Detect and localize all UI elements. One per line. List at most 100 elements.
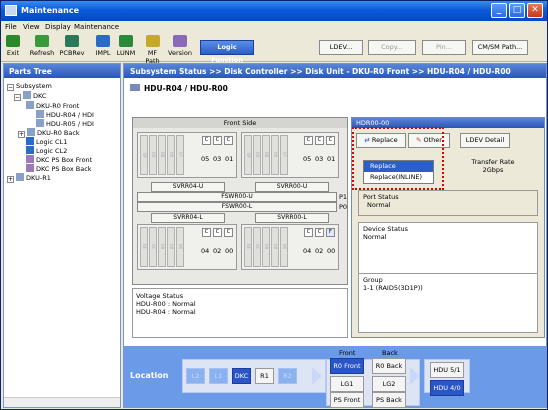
- lunm-button[interactable]: LUNM: [115, 35, 137, 57]
- exit-button[interactable]: Exit: [3, 35, 23, 57]
- collapse-icon[interactable]: −: [7, 84, 14, 91]
- exit-label: Exit: [6, 49, 20, 57]
- location-dkc[interactable]: DKC: [232, 368, 251, 384]
- pin-button[interactable]: Pin...: [422, 40, 466, 55]
- hdd-slot[interactable]: 0C: [149, 227, 157, 267]
- switch[interactable]: C: [213, 136, 222, 145]
- svrr00-u-bar[interactable]: SVRR00-U: [255, 182, 329, 192]
- hdd-slot[interactable]: 0A: [262, 227, 270, 267]
- hdd-slot[interactable]: 06: [176, 227, 184, 267]
- pcbrev-button[interactable]: PCBRev: [58, 35, 86, 57]
- tree-item-hdu-r05[interactable]: HDU-R05 / HDI: [36, 119, 94, 128]
- logic-function-button[interactable]: Logic Function: [200, 40, 254, 64]
- location-r0-front[interactable]: R0 Front: [330, 358, 364, 374]
- tree-item-logic-cl2[interactable]: Logic CL2: [26, 146, 67, 155]
- location-l1[interactable]: L1: [209, 368, 228, 384]
- expand-icon[interactable]: +: [7, 176, 14, 183]
- svrr00-l-bar[interactable]: SVRR00-L: [255, 213, 329, 223]
- tree-item-dku-r1[interactable]: + DKU-R1: [7, 173, 51, 183]
- switch[interactable]: C: [315, 136, 324, 145]
- hdd-slot[interactable]: 09: [167, 135, 175, 175]
- hdd-slot[interactable]: 07: [280, 135, 288, 175]
- slot-number: 01: [327, 155, 336, 163]
- group-box: Group 1-1 (RAID5(3D1P)): [358, 273, 538, 333]
- tree-label: HDU-R05 / HDI: [46, 120, 94, 128]
- ldev-button[interactable]: LDEV...: [319, 40, 363, 55]
- port-label-p0: P0: [339, 203, 348, 211]
- switch-selected[interactable]: F: [326, 228, 335, 237]
- tree-item-dkc-ps-back[interactable]: DKC PS Box Back: [26, 164, 92, 173]
- lower-left-slot-group: 0E 0C 0A 08 06 C C C 04 02 00: [137, 224, 237, 270]
- collapse-icon[interactable]: −: [14, 94, 21, 101]
- fswr00-l-bar[interactable]: FSWR00-L: [137, 202, 337, 212]
- lunm-label: LUNM: [116, 49, 136, 57]
- tree-item-subsystem[interactable]: − Subsystem: [7, 82, 52, 91]
- refresh-button[interactable]: Refresh: [29, 35, 55, 57]
- location-ps-back[interactable]: PS Back: [372, 392, 406, 408]
- location-lg2[interactable]: LG2: [372, 376, 406, 392]
- location-lg1[interactable]: LG1: [330, 376, 364, 392]
- ldev-detail-button[interactable]: LDEV Detail: [460, 133, 510, 148]
- tree-horizontal-scrollbar[interactable]: [4, 397, 120, 407]
- slot-number: 05: [303, 155, 312, 163]
- hdd-slot[interactable]: 0B: [262, 135, 270, 175]
- hdd-slot[interactable]: 07: [176, 135, 184, 175]
- switch[interactable]: C: [326, 136, 335, 145]
- hdd-slot[interactable]: 0D: [253, 135, 261, 175]
- cm-sm-path-button[interactable]: CM/SM Path...: [472, 40, 528, 55]
- switch[interactable]: C: [202, 228, 211, 237]
- hdd-slot[interactable]: 06: [280, 227, 288, 267]
- switch[interactable]: C: [213, 228, 222, 237]
- hdd-slot[interactable]: 0E: [244, 227, 252, 267]
- tree-item-dku-r0-front[interactable]: DKU-R0 Front: [26, 101, 79, 110]
- menu-maintenance[interactable]: Maintenance: [74, 23, 119, 31]
- switch[interactable]: C: [315, 228, 324, 237]
- menu-view[interactable]: View: [23, 23, 40, 31]
- tree-item-dkc-ps-front[interactable]: DKC PS Box Front: [26, 155, 92, 164]
- maximize-button[interactable]: □: [509, 3, 525, 18]
- version-label: Version: [168, 49, 192, 57]
- switch[interactable]: C: [304, 136, 313, 145]
- tree-item-dkc[interactable]: − DKC: [14, 91, 46, 101]
- close-button[interactable]: ✕: [527, 3, 543, 18]
- hdd-slot[interactable]: 0A: [158, 227, 166, 267]
- location-hdu-4-0[interactable]: HDU 4/0: [430, 380, 464, 396]
- hdd-slot[interactable]: 0B: [158, 135, 166, 175]
- port-status-label: Port Status: [363, 193, 399, 201]
- mf-path-button[interactable]: MF Path: [140, 35, 165, 65]
- tree-item-logic-cl1[interactable]: Logic CL1: [26, 137, 67, 146]
- tree-item-hdu-r04[interactable]: HDU-R04 / HDI: [36, 110, 94, 119]
- switch[interactable]: C: [202, 136, 211, 145]
- hdd-slot[interactable]: 0F: [140, 135, 148, 175]
- svrr04-l-bar[interactable]: SVRR04-L: [151, 213, 225, 223]
- switch[interactable]: C: [304, 228, 313, 237]
- transfer-rate: Transfer Rate 2Gbps: [460, 156, 526, 180]
- impl-button[interactable]: IMPL: [93, 35, 113, 57]
- hdd-slot[interactable]: 0C: [253, 227, 261, 267]
- svrr04-u-bar[interactable]: SVRR04-U: [151, 182, 225, 192]
- logic-icon: [26, 137, 34, 145]
- hdd-slot[interactable]: 0D: [149, 135, 157, 175]
- location-r1[interactable]: R1: [255, 368, 274, 384]
- switch[interactable]: C: [224, 136, 233, 145]
- location-r0-back[interactable]: R0 Back: [372, 358, 406, 374]
- hdd-slot[interactable]: 08: [167, 227, 175, 267]
- hdd-slot[interactable]: 08: [271, 227, 279, 267]
- menu-display[interactable]: Display: [45, 23, 71, 31]
- hdd-slot[interactable]: 09: [271, 135, 279, 175]
- minimize-button[interactable]: _: [491, 3, 507, 18]
- expand-icon[interactable]: +: [18, 131, 25, 138]
- location-ps-front[interactable]: PS Front: [330, 392, 364, 408]
- version-button[interactable]: Version: [166, 35, 194, 57]
- fswr00-u-bar[interactable]: FSWR00-U: [137, 192, 337, 202]
- switch[interactable]: C: [224, 228, 233, 237]
- copy-button[interactable]: Copy...: [368, 40, 416, 55]
- hdd-slot[interactable]: 0F: [244, 135, 252, 175]
- location-hdu-5-1[interactable]: HDU 5/1: [430, 362, 464, 378]
- hdu-icon: [36, 119, 44, 127]
- location-l2[interactable]: L2: [186, 368, 205, 384]
- location-r2[interactable]: R2: [278, 368, 297, 384]
- menu-file[interactable]: File: [5, 23, 17, 31]
- hdd-slot[interactable]: 0E: [140, 227, 148, 267]
- app-icon: [5, 5, 17, 16]
